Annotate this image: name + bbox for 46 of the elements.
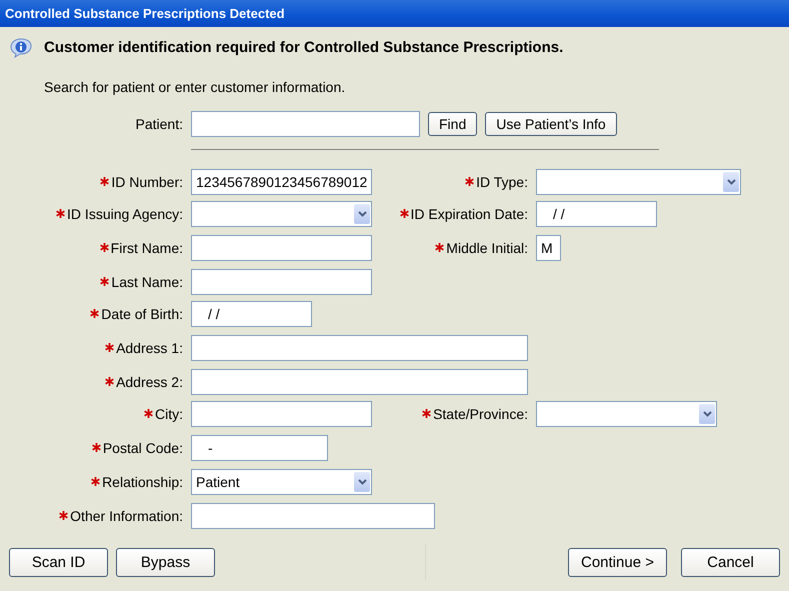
chevron-down-icon bbox=[358, 210, 366, 217]
field-label: Last Name: bbox=[111, 274, 183, 290]
field-label: ID Issuing Agency: bbox=[67, 206, 183, 222]
window-title: Controlled Substance Prescriptions Detected bbox=[0, 0, 789, 27]
field-label: Address 1: bbox=[116, 340, 183, 356]
heading-text: Customer identification required for Controlled Substance Prescriptions. bbox=[44, 39, 564, 56]
field-label: Middle Initial: bbox=[446, 240, 528, 256]
cancel-button[interactable]: Cancel bbox=[681, 548, 780, 577]
input-field[interactable] bbox=[191, 268, 372, 295]
field-label: ID Type: bbox=[476, 174, 528, 190]
scan-id-button[interactable]: Scan ID bbox=[9, 548, 108, 577]
dropdown-field[interactable]: Patient bbox=[191, 468, 372, 495]
input-field[interactable]: 1234567890123456789012 bbox=[191, 168, 372, 195]
dropdown-field[interactable] bbox=[191, 200, 372, 227]
dropdown-field[interactable] bbox=[536, 400, 717, 427]
field-label: Other Information: bbox=[70, 508, 183, 524]
input-field[interactable] bbox=[191, 400, 372, 427]
field-label: Address 2: bbox=[116, 374, 183, 390]
field-label: Patient: bbox=[136, 116, 183, 132]
field-label: ID Number: bbox=[111, 174, 183, 190]
info-icon bbox=[10, 38, 32, 58]
field-label: City: bbox=[155, 406, 183, 422]
bypass-button[interactable]: Bypass bbox=[116, 548, 215, 577]
find-button[interactable]: Find bbox=[428, 112, 478, 136]
input-field[interactable] bbox=[191, 502, 435, 529]
dropdown-field[interactable] bbox=[536, 168, 741, 195]
field-label: Postal Code: bbox=[102, 440, 183, 456]
continue-button[interactable]: Continue > bbox=[568, 548, 667, 577]
field-label: First Name: bbox=[110, 240, 183, 256]
instruction-text: Search for patient or enter customer information. bbox=[44, 78, 346, 95]
chevron-down-icon bbox=[726, 178, 736, 185]
field-label: Relationship: bbox=[102, 474, 183, 490]
use-info-button[interactable]: Use Patient’s Info bbox=[485, 112, 617, 136]
input-field[interactable] bbox=[191, 368, 528, 395]
patient-search-field[interactable] bbox=[191, 110, 420, 137]
masked-input-field[interactable]: / / bbox=[536, 200, 657, 227]
field-label: State/Province: bbox=[433, 406, 528, 422]
masked-input-field[interactable]: - bbox=[191, 434, 328, 461]
masked-input-field[interactable]: / / bbox=[191, 300, 312, 327]
field-label: ID Expiration Date: bbox=[410, 206, 528, 222]
input-field[interactable] bbox=[191, 234, 372, 261]
chevron-down-icon bbox=[358, 478, 366, 485]
field-label: Date of Birth: bbox=[101, 306, 183, 322]
chevron-down-icon bbox=[702, 410, 712, 417]
input-field[interactable]: M bbox=[536, 234, 561, 261]
input-field[interactable] bbox=[191, 334, 528, 361]
